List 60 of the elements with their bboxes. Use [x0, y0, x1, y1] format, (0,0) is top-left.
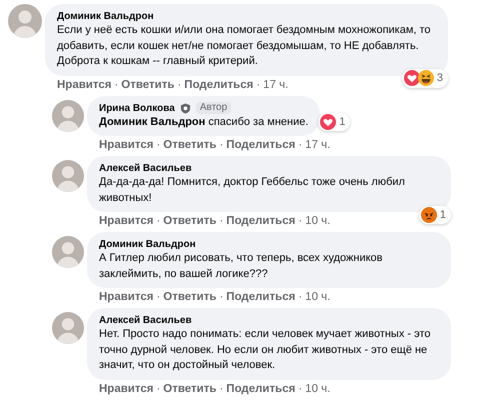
separator-dot: ·	[156, 290, 160, 304]
action-link[interactable]: Ответить	[163, 290, 216, 304]
comment-text: Доминик Вальдрон спасибо за мнение.	[99, 114, 308, 130]
reaction-summary[interactable]: 3	[402, 69, 448, 88]
action-link[interactable]: Поделиться	[226, 214, 296, 228]
action-link[interactable]: Ответить	[163, 382, 216, 396]
reaction-count: 3	[436, 71, 443, 86]
separator-dot: ·	[114, 78, 118, 92]
separator-dot: ·	[298, 138, 302, 152]
angry-face-icon	[420, 206, 437, 223]
avatar	[52, 312, 84, 344]
separator-dot: ·	[219, 382, 224, 396]
author-name[interactable]: Алексей Васильев	[99, 162, 192, 175]
action-link[interactable]: Нравится	[99, 382, 154, 396]
action-link[interactable]: Нравится	[99, 214, 154, 228]
action-link[interactable]: Поделиться	[226, 138, 296, 152]
separator-dot: ·	[156, 382, 160, 396]
action-link[interactable]: Ответить	[121, 78, 174, 92]
separator-dot: ·	[256, 78, 260, 92]
separator-dot: ·	[177, 78, 182, 92]
reaction-summary[interactable]: 1	[418, 206, 451, 224]
action-link[interactable]: Нравится	[99, 290, 154, 304]
separator-dot: ·	[156, 214, 160, 228]
separator-dot: ·	[298, 290, 302, 304]
reaction-summary[interactable]: 1	[318, 112, 350, 131]
author-name[interactable]: Ирина Волкова	[99, 102, 175, 114]
action-link[interactable]: Поделиться	[226, 290, 296, 304]
action-link[interactable]: Поделиться	[184, 78, 254, 92]
avatar	[8, 4, 42, 38]
action-link[interactable]: Ответить	[163, 138, 216, 152]
separator-dot: ·	[219, 290, 224, 304]
separator-dot: ·	[219, 214, 224, 228]
author-name[interactable]: Доминик Вальдрон	[57, 10, 154, 23]
action-link[interactable]: Нравится	[99, 138, 154, 152]
timestamp[interactable]: 10 ч.	[305, 214, 330, 228]
action-link[interactable]: Поделиться	[226, 382, 296, 396]
avatar	[52, 236, 84, 268]
timestamp[interactable]: 17 ч.	[263, 78, 288, 92]
timestamp[interactable]: 10 ч.	[305, 382, 330, 396]
laughing-face-icon	[418, 70, 434, 86]
timestamp[interactable]: 10 ч.	[305, 290, 330, 304]
author-name[interactable]: Доминик Вальдрон	[99, 238, 196, 251]
action-link[interactable]: Ответить	[163, 214, 216, 228]
separator-dot: ·	[156, 138, 160, 152]
avatar	[52, 160, 84, 192]
avatar	[52, 100, 84, 132]
separator-dot: ·	[298, 214, 302, 228]
reaction-count: 1	[440, 208, 446, 222]
reaction-count: 1	[339, 114, 346, 130]
separator-dot: ·	[219, 138, 224, 152]
action-link[interactable]: Нравится	[57, 78, 112, 92]
comment-text: А Гитлер любил рисовать, что теперь, всех художников заклеймить, по вашей логике???	[99, 251, 384, 282]
comment-text: Да-да-да-да! Помнится, доктор Геббельс тоже очень любил животных!	[99, 175, 406, 206]
shield-icon	[180, 103, 191, 114]
author-tag: Автор	[196, 102, 232, 114]
timestamp[interactable]: 17 ч.	[305, 138, 330, 152]
comment-text: Нет. Просто надо понимать: если человек мучает животных - это точно дурной человек. Но если он любит животных - это ещё не значит, что он достойный человек.	[99, 327, 432, 373]
separator-dot: ·	[298, 382, 302, 396]
comment-text: Если у неё есть кошки и/или она помогает бездомным мохножопикам, то добавить, если кошек нет/не помогает бездомышам, то НЕ добавлять. Доброта к кошкам -- главный критерий.	[57, 23, 432, 69]
author-name[interactable]: Алексей Васильев	[99, 314, 192, 327]
